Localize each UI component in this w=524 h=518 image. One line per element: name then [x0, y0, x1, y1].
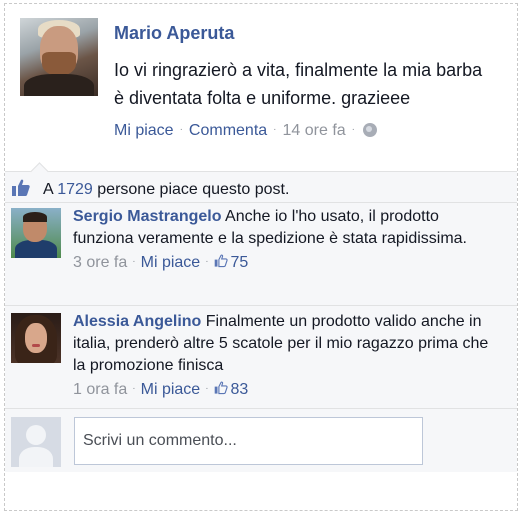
post-comment-link[interactable]: Commenta — [189, 122, 267, 139]
likes-suffix: persone piace questo post. — [92, 181, 290, 198]
post-timestamp[interactable]: 14 ore fa — [283, 122, 346, 139]
likes-count[interactable]: 1729 — [57, 181, 93, 198]
divider — [5, 202, 517, 203]
comment-composer — [5, 413, 517, 471]
comment-meta: 1 ora fa · Mi piace · 83 — [73, 378, 503, 401]
divider — [5, 408, 517, 409]
thumbs-up-icon — [214, 381, 228, 395]
meta-separator: · — [351, 124, 356, 135]
comment-like-link[interactable]: Mi piace — [141, 381, 201, 398]
post-text: Io vi ringrazierò a vita, finalmente la … — [114, 60, 483, 108]
comment-meta: 3 ore fa · Mi piace · 75 — [73, 251, 503, 274]
commenter-avatar[interactable] — [11, 208, 61, 258]
comment-author[interactable]: Sergio Mastrangelo — [73, 208, 221, 225]
commenter-avatar[interactable] — [11, 313, 61, 363]
comment-like-count[interactable]: 75 — [231, 254, 249, 271]
likes-prefix: A — [43, 181, 58, 198]
thumbs-up-icon — [12, 179, 30, 196]
author-avatar[interactable] — [20, 18, 98, 96]
meta-separator: · — [132, 383, 136, 394]
meta-separator: · — [273, 124, 277, 135]
post-author-name[interactable]: Mario Aperuta — [114, 23, 234, 44]
meta-separator: · — [205, 383, 209, 394]
divider — [5, 305, 517, 306]
thumbs-up-icon — [214, 254, 228, 268]
globe-icon — [363, 123, 378, 137]
likes-summary: A 1729 persone piace questo post. — [5, 172, 517, 202]
comment-timestamp[interactable]: 1 ora fa — [73, 381, 127, 398]
comment-author[interactable]: Alessia Angelino — [73, 313, 201, 330]
comment-like-count[interactable]: 83 — [231, 381, 249, 398]
default-avatar-icon — [11, 417, 61, 467]
meta-separator: · — [132, 256, 136, 267]
comment-timestamp[interactable]: 3 ore fa — [73, 254, 127, 271]
post: Mario Aperuta Io vi ringrazierò a vita, … — [20, 18, 500, 158]
comment-like-link[interactable]: Mi piace — [141, 254, 201, 271]
comment-input[interactable] — [74, 417, 423, 465]
meta-separator: · — [179, 124, 183, 135]
post-actions: Mi piace · Commenta · 14 ore fa · — [114, 122, 378, 140]
post-like-link[interactable]: Mi piace — [114, 122, 174, 139]
meta-separator: · — [205, 256, 209, 267]
